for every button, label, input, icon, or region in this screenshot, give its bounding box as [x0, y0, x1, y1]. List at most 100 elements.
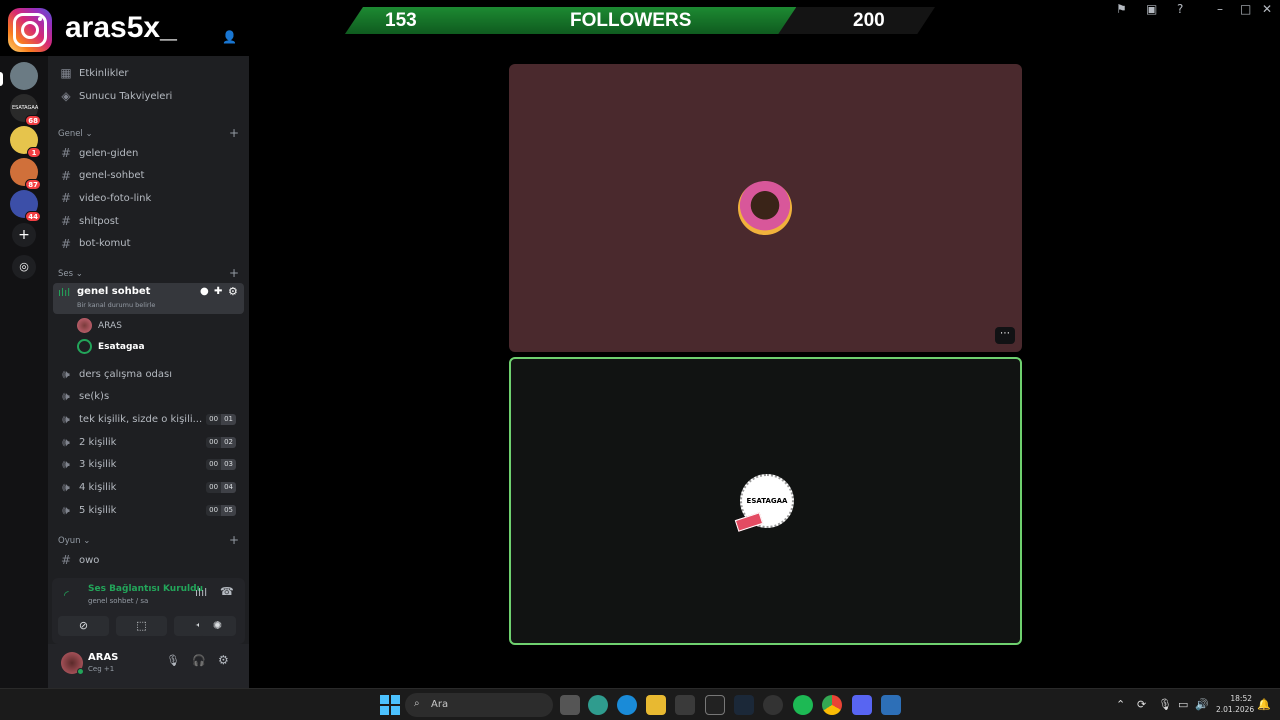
instagram-overlay: aras5x_ 👤 [0, 0, 237, 56]
server-icon-1[interactable] [10, 62, 38, 90]
speaker-icon: 🕪 [62, 502, 70, 517]
signal-icon[interactable]: ◜ [64, 588, 69, 602]
user-activity[interactable]: Ceg +1 [88, 665, 114, 673]
copilot-icon[interactable] [588, 695, 608, 715]
voice-channel-item[interactable]: 🕪 5 kişilik 00 05 [54, 500, 243, 520]
channel-gelen-giden[interactable]: # gelen-giden [54, 143, 243, 163]
user-settings-icon[interactable]: ⚙ [218, 653, 229, 667]
tray-expand-icon[interactable]: ⌃ [1116, 698, 1125, 711]
voice-channel-status[interactable]: Bir kanal durumu belirle [77, 301, 155, 309]
inbox-icon[interactable]: ▣ [1146, 2, 1157, 16]
followers-current: 153 [385, 10, 417, 31]
invite-icon[interactable]: ✚ [214, 286, 222, 297]
more-options-button[interactable]: ⋯ [995, 327, 1015, 344]
voice-channel-item[interactable]: 🕪 4 kişilik 00 04 [54, 478, 243, 498]
channel-video-foto-link[interactable]: # video-foto-link [54, 188, 243, 208]
active-voice-channel[interactable]: ılıl genel sohbet Bir kanal durumu belir… [53, 283, 244, 314]
voice-channel-item[interactable]: 🕪 tek kişilik, sizde o kişili... 00 01 [54, 409, 243, 429]
add-channel-icon[interactable]: + [229, 126, 239, 140]
instagram-icon [8, 8, 52, 52]
category-genel[interactable]: Genel ⌄ [58, 129, 93, 139]
epic-games-icon[interactable] [705, 695, 725, 715]
clock-date[interactable]: 2.01.2026 [1216, 705, 1254, 714]
camera-off-button[interactable]: ⊘ [58, 616, 109, 636]
channel-bot-komut[interactable]: # bot-komut [54, 234, 243, 254]
soundboard-button[interactable]: ✺ [199, 616, 236, 636]
edge-icon[interactable] [617, 695, 637, 715]
voice-channel-item[interactable]: 🕪 3 kişilik 00 03 [54, 455, 243, 475]
video-tile-aras[interactable]: ⋯ [509, 64, 1022, 352]
volume-icon[interactable]: 🔊 [1195, 698, 1209, 711]
followers-goal-bar: 153 FOLLOWERS 200 [345, 7, 935, 34]
voice-channel-path[interactable]: genel sohbet / sa [88, 597, 148, 605]
chrome-icon[interactable] [822, 695, 842, 715]
add-server-icon[interactable]: + [12, 223, 36, 247]
calendar-icon: ▦ [60, 66, 72, 80]
add-channel-icon[interactable]: + [229, 266, 239, 280]
voice-channel-item[interactable]: 🕪 ders çalışma odası [54, 364, 243, 384]
category-ses[interactable]: Ses ⌄ [58, 269, 83, 279]
selected-server-indicator [0, 72, 3, 86]
chat-icon[interactable]: ● [200, 286, 209, 297]
discover-icon[interactable]: ◎ [12, 255, 36, 279]
clock-time[interactable]: 18:52 [1216, 694, 1252, 703]
server-icon-esatagaa[interactable]: ESATAGAA 68 [10, 94, 41, 126]
network-icon[interactable]: ▭ [1178, 698, 1188, 711]
obs-icon[interactable] [763, 695, 783, 715]
hash-icon: # [60, 553, 72, 567]
settings-icon[interactable]: ⚙ [228, 285, 238, 298]
channel-owo[interactable]: # owo [54, 550, 243, 570]
noise-suppression-icon[interactable]: ılıl [195, 586, 207, 599]
channel-genel-sohbet[interactable]: # genel-sohbet [54, 166, 243, 186]
screen-share-button[interactable]: ⬚ [116, 616, 167, 636]
user-limit-counter: 00 03 [206, 459, 236, 471]
server-icon-5[interactable]: 44 [10, 190, 41, 222]
sync-icon[interactable]: ⟳ [1137, 698, 1146, 711]
server-badge: 68 [25, 115, 41, 126]
taskbar-search[interactable]: ⌕ Ara [405, 693, 553, 717]
voice-status[interactable]: Ses Bağlantısı Kuruldu [88, 584, 203, 594]
voice-channel-item[interactable]: 🕪 se(k)s [54, 387, 243, 407]
user-limit-counter: 00 05 [206, 504, 236, 516]
inbox-flag-icon[interactable]: ⚑ [1116, 2, 1127, 16]
server-badge: 44 [25, 211, 41, 222]
start-icon[interactable] [380, 695, 400, 715]
add-channel-icon[interactable]: + [229, 533, 239, 547]
tray-microphone-icon[interactable]: 🎙 [1158, 698, 1172, 711]
steam-icon[interactable] [734, 695, 754, 715]
discord-icon[interactable] [852, 695, 872, 715]
video-tile-esatagaa[interactable]: ESATAGAA [509, 357, 1022, 645]
disconnect-icon[interactable]: ☎ [220, 585, 234, 598]
username[interactable]: ARAS [88, 652, 118, 663]
boost-icon: ◈ [61, 89, 71, 103]
soundboard-icon: ✺ [212, 619, 223, 632]
maximize-icon[interactable]: □ [1240, 2, 1251, 16]
events-item[interactable]: ▦ Etkinlikler [54, 63, 243, 83]
instagram-handle: aras5x_ [65, 11, 177, 44]
server-boosts-item[interactable]: ◈ Sunucu Takviyeleri [54, 86, 243, 106]
notifications-icon[interactable]: 🔔 [1257, 698, 1271, 711]
search-placeholder: Ara [431, 699, 449, 710]
add-friend-icon[interactable]: 👤 [222, 30, 237, 44]
camera-off-icon: ⊘ [78, 619, 89, 632]
server-icon-3[interactable]: 1 [10, 126, 41, 158]
store-icon[interactable] [675, 695, 695, 715]
app-icon[interactable] [881, 695, 901, 715]
voice-channel-item[interactable]: 🕪 2 kişilik 00 02 [54, 432, 243, 452]
channel-shitpost[interactable]: # shitpost [54, 211, 243, 231]
voice-user-aras[interactable]: ARAS [77, 318, 122, 333]
headphones-icon[interactable]: 🎧 [192, 654, 206, 667]
task-view-icon[interactable] [560, 695, 580, 715]
avatar-decoration-icon [734, 512, 764, 532]
file-explorer-icon[interactable] [646, 695, 666, 715]
microphone-icon[interactable]: 🎙 [166, 654, 180, 667]
hash-icon: # [60, 146, 72, 160]
category-oyun[interactable]: Oyun ⌄ [58, 536, 90, 546]
server-icon-4[interactable]: 87 [10, 158, 41, 190]
help-icon[interactable]: ? [1177, 2, 1183, 16]
hash-icon: # [60, 168, 72, 183]
voice-user-esatagaa[interactable]: Esatagaa [77, 339, 145, 354]
minimize-icon[interactable]: – [1217, 2, 1223, 16]
spotify-icon[interactable] [793, 695, 813, 715]
close-icon[interactable]: ✕ [1262, 2, 1272, 16]
